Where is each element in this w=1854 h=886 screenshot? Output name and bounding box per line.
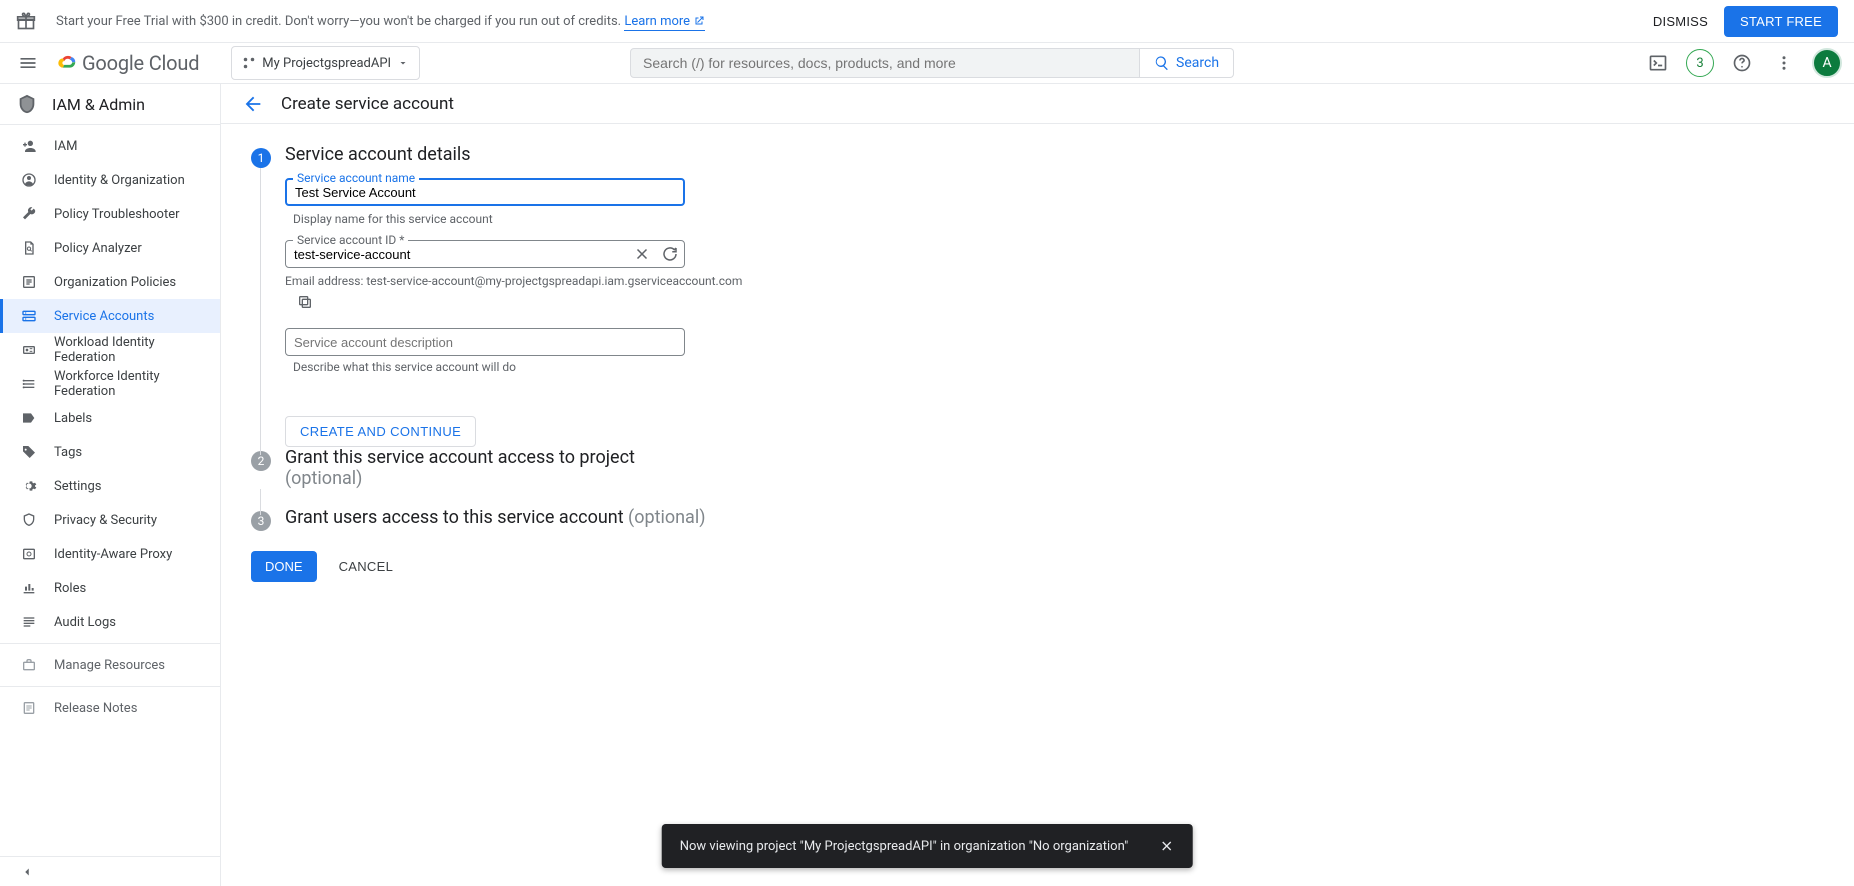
project-icon [242, 56, 256, 70]
step-3-badge: 3 [251, 511, 271, 531]
project-name: My ProjectgspreadAPI [262, 56, 391, 71]
workload-icon [20, 342, 38, 358]
sidebar-item-labels[interactable]: Labels [0, 401, 220, 435]
more-options-button[interactable] [1770, 49, 1798, 77]
logs-icon [20, 614, 38, 630]
sidebar-item-iam[interactable]: IAM [0, 129, 220, 163]
sidebar-item-privacy-security[interactable]: Privacy & Security [0, 503, 220, 537]
step-1-badge: 1 [251, 148, 271, 168]
trial-credits-badge[interactable]: 3 [1686, 49, 1714, 77]
label-icon [20, 410, 38, 426]
regenerate-id-button[interactable] [659, 243, 681, 265]
nav-menu-button[interactable] [12, 47, 44, 79]
document-search-icon [20, 240, 38, 256]
tag-icon [20, 444, 38, 460]
google-cloud-logo[interactable]: Google Cloud [56, 51, 199, 75]
clear-id-button[interactable] [631, 243, 653, 265]
dismiss-button[interactable]: DISMISS [1653, 14, 1708, 29]
toast-close-button[interactable] [1158, 838, 1174, 854]
back-button[interactable] [241, 92, 265, 116]
search-button[interactable]: Search [1140, 48, 1234, 78]
shield-icon [20, 512, 38, 528]
sidebar-item-org-policies[interactable]: Organization Policies [0, 265, 220, 299]
workforce-icon [20, 376, 38, 392]
name-field-label: Service account name [293, 171, 419, 185]
content-area: 1 Service account details Service accoun… [221, 124, 1854, 886]
toast-text: Now viewing project "My ProjectgspreadAP… [680, 839, 1129, 854]
name-helper-text: Display name for this service account [293, 212, 1824, 226]
wrench-icon [20, 206, 38, 222]
service-account-description-input[interactable] [285, 328, 685, 356]
create-and-continue-button[interactable]: CREATE AND CONTINUE [285, 416, 476, 447]
sidebar-item-manage-resources[interactable]: Manage Resources [0, 648, 220, 682]
sidebar-item-workload-identity[interactable]: Workload Identity Federation [0, 333, 220, 367]
help-button[interactable] [1728, 49, 1756, 77]
sidebar-item-audit-logs[interactable]: Audit Logs [0, 605, 220, 639]
free-trial-banner: Start your Free Trial with $300 in credi… [0, 0, 1854, 43]
cloud-logo-icon [56, 52, 78, 74]
sidebar-item-release-notes[interactable]: Release Notes [0, 691, 220, 725]
chevron-down-icon [397, 57, 409, 69]
briefcase-icon [20, 657, 38, 673]
email-address-text: Email address: test-service-account@my-p… [285, 274, 1824, 288]
done-button[interactable]: DONE [251, 551, 317, 582]
list-icon [20, 274, 38, 290]
roles-icon [20, 580, 38, 596]
sidebar-item-settings[interactable]: Settings [0, 469, 220, 503]
search-icon [1154, 55, 1170, 71]
gear-icon [20, 478, 38, 494]
project-toast: Now viewing project "My ProjectgspreadAP… [662, 824, 1193, 868]
chevron-left-icon [20, 865, 34, 879]
logo-text: Google Cloud [82, 51, 199, 75]
banner-text: Start your Free Trial with $300 in credi… [56, 14, 705, 29]
start-free-button[interactable]: START FREE [1724, 6, 1838, 37]
gift-icon [16, 11, 36, 31]
cloud-shell-button[interactable] [1644, 49, 1672, 77]
step-2-title: Grant this service account access to pro… [285, 447, 635, 489]
sidebar-item-roles[interactable]: Roles [0, 571, 220, 605]
notes-icon [20, 700, 38, 716]
cancel-button[interactable]: CANCEL [339, 559, 394, 574]
page-title: Create service account [281, 94, 454, 114]
copy-email-button[interactable] [297, 294, 315, 310]
person-add-icon [20, 138, 38, 154]
sidebar-item-tags[interactable]: Tags [0, 435, 220, 469]
step-3-title: Grant users access to this service accou… [285, 507, 706, 528]
sidebar-item-workforce-identity[interactable]: Workforce Identity Federation [0, 367, 220, 401]
proxy-icon [20, 546, 38, 562]
search-box[interactable] [630, 48, 1140, 78]
project-selector[interactable]: My ProjectgspreadAPI [231, 46, 420, 80]
sidebar-item-policy-analyzer[interactable]: Policy Analyzer [0, 231, 220, 265]
step-2-badge: 2 [251, 451, 271, 471]
account-avatar[interactable]: A [1812, 48, 1842, 78]
sidebar-collapse-button[interactable] [0, 856, 220, 886]
desc-helper-text: Describe what this service account will … [293, 360, 1824, 374]
id-field-label: Service account ID * [293, 233, 408, 247]
sidebar: IAM & Admin IAM Identity & Organization … [0, 84, 221, 886]
sidebar-section-title: IAM & Admin [52, 95, 145, 114]
sidebar-item-policy-troubleshooter[interactable]: Policy Troubleshooter [0, 197, 220, 231]
step-1-title: Service account details [285, 144, 471, 165]
service-account-icon [20, 308, 38, 324]
sidebar-item-identity-org[interactable]: Identity & Organization [0, 163, 220, 197]
account-circle-icon [20, 172, 38, 188]
search-input[interactable] [643, 55, 1127, 71]
sidebar-item-iap[interactable]: Identity-Aware Proxy [0, 537, 220, 571]
page-header: Create service account [221, 84, 1854, 124]
learn-more-link[interactable]: Learn more [624, 14, 705, 31]
app-header: Google Cloud My ProjectgspreadAPI Search… [0, 43, 1854, 84]
sidebar-section-header[interactable]: IAM & Admin [0, 84, 220, 124]
sidebar-item-service-accounts[interactable]: Service Accounts [0, 299, 220, 333]
iam-admin-shield-icon [16, 93, 38, 115]
